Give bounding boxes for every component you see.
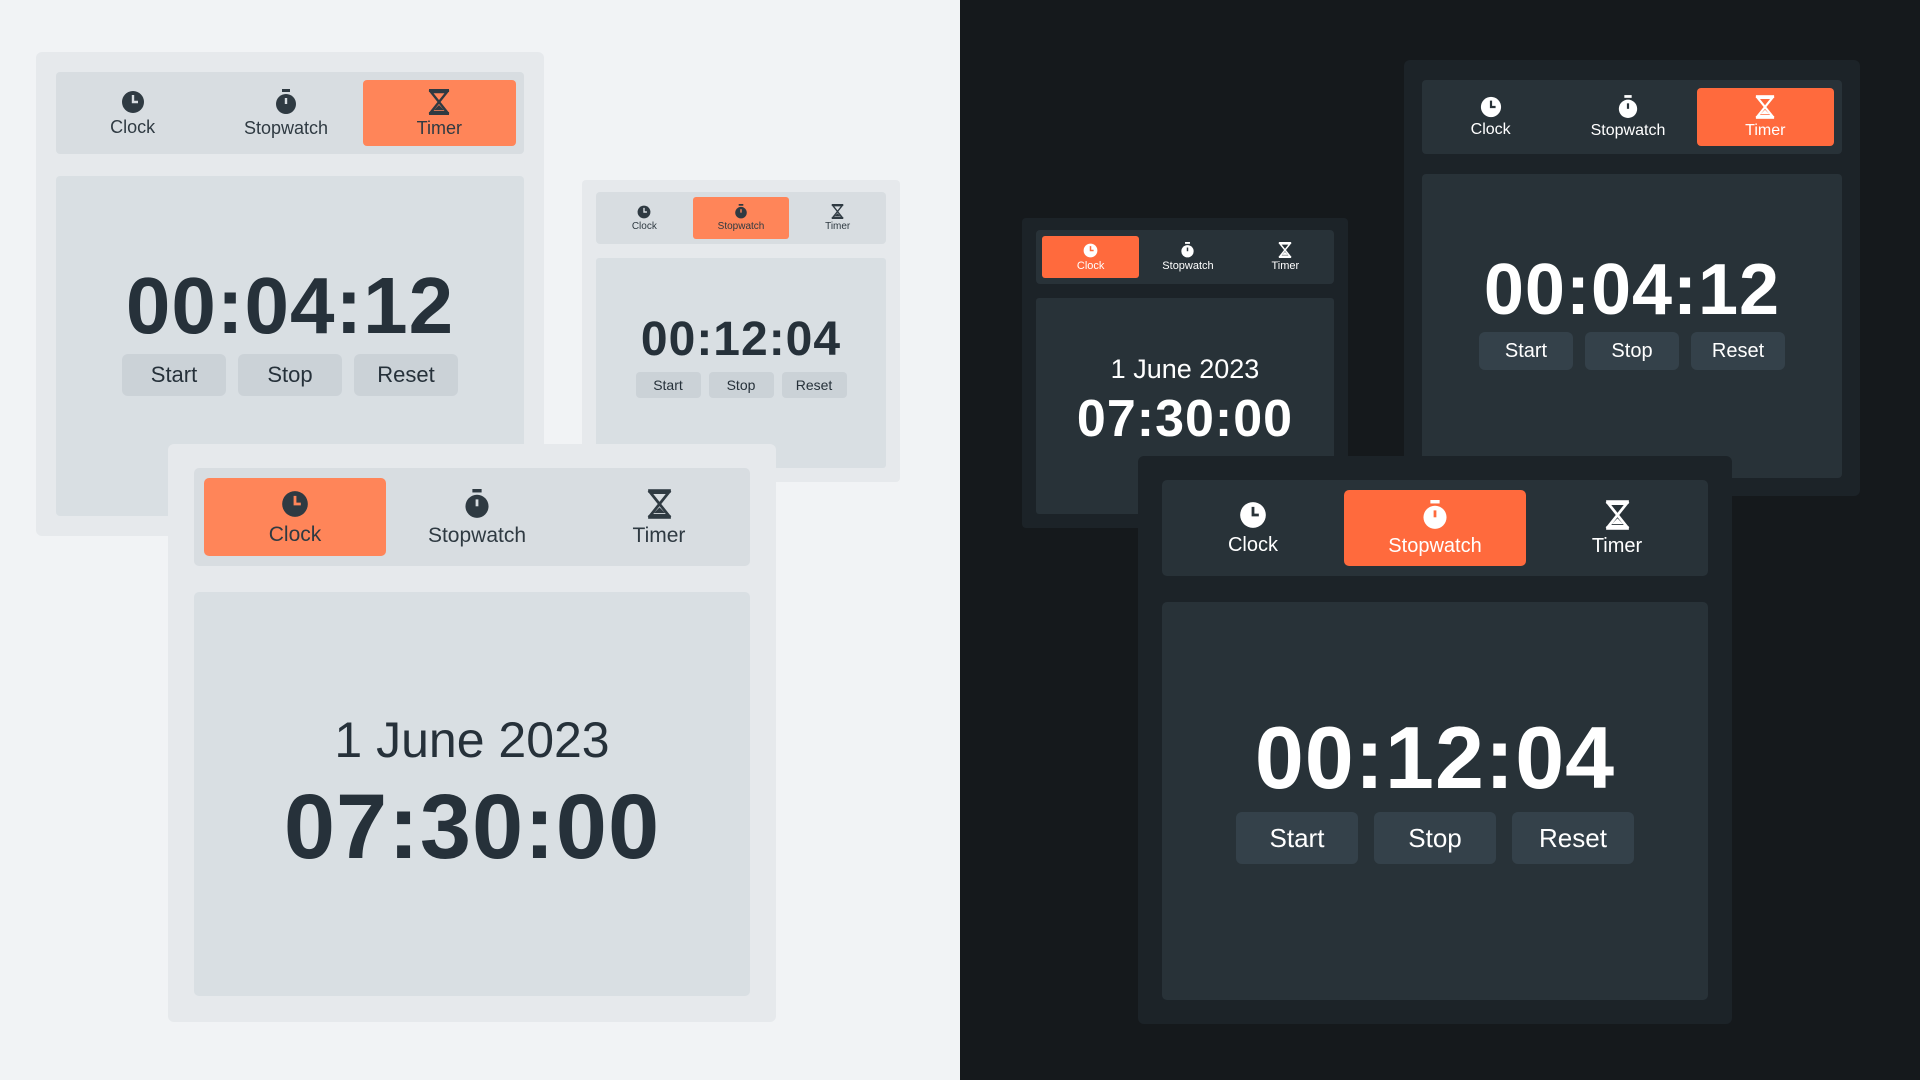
start-button[interactable]: Start — [635, 372, 701, 398]
timer-controls: Start Stop Reset — [1479, 332, 1785, 370]
dark-timer-card: Clock Stopwatch Timer 00:04:12 Start Sto… — [1404, 60, 1860, 496]
timer-controls: Start Stop Reset — [122, 354, 458, 396]
stop-button[interactable]: Stop — [708, 372, 774, 398]
tab-label: Stopwatch — [427, 523, 527, 547]
tab-stopwatch[interactable]: Stopwatch — [209, 72, 362, 154]
tab-stopwatch[interactable]: Stopwatch — [692, 197, 790, 239]
stopwatch-display: 00:12:04 Start Stop Reset — [1162, 602, 1708, 1000]
start-button[interactable]: Start — [1236, 812, 1358, 864]
reset-button[interactable]: Reset — [781, 372, 847, 398]
tab-stopwatch[interactable]: Stopwatch — [1559, 80, 1696, 154]
start-button[interactable]: Start — [122, 354, 226, 396]
tab-bar: Clock Stopwatch Timer — [194, 468, 750, 566]
start-button[interactable]: Start — [1479, 332, 1573, 370]
hourglass-icon — [1755, 95, 1775, 119]
reset-button[interactable]: Reset — [354, 354, 458, 396]
tab-label: Timer — [1745, 122, 1786, 139]
tab-label: Clock — [1470, 121, 1511, 138]
stop-button[interactable]: Stop — [1374, 812, 1496, 864]
tab-timer[interactable]: Timer — [568, 468, 750, 566]
tab-label: Timer — [825, 221, 851, 232]
tab-label: Stopwatch — [1590, 122, 1666, 139]
stopwatch-controls: Start Stop Reset — [1236, 812, 1634, 864]
clock-icon — [1480, 96, 1501, 118]
tab-timer[interactable]: Timer — [362, 80, 516, 146]
tab-clock[interactable]: Clock — [596, 192, 693, 244]
tab-label: Clock — [631, 220, 657, 232]
tab-stopwatch[interactable]: Stopwatch — [1344, 490, 1526, 566]
tab-clock[interactable]: Clock — [1042, 236, 1140, 278]
tab-label: Stopwatch — [717, 221, 765, 232]
tab-label: Stopwatch — [1388, 535, 1482, 557]
stopwatch-icon — [1423, 500, 1447, 529]
clock-icon — [282, 490, 308, 517]
hourglass-icon — [428, 89, 450, 115]
timer-time: 00:04:12 — [125, 261, 455, 350]
tab-label: Clock — [1227, 534, 1278, 556]
tab-label: Clock — [110, 117, 156, 137]
stopwatch-icon — [735, 204, 747, 219]
tab-timer[interactable]: Timer — [789, 192, 886, 244]
stopwatch-icon — [1181, 242, 1195, 258]
reset-button[interactable]: Reset — [1691, 332, 1785, 370]
tab-label: Stopwatch — [243, 118, 329, 138]
stopwatch-icon — [465, 488, 489, 518]
stopwatch-icon — [275, 89, 296, 114]
clock-date: 1 June 2023 — [334, 712, 610, 768]
tab-label: Timer — [632, 523, 686, 547]
hourglass-icon — [831, 204, 844, 219]
tab-timer[interactable]: Timer — [1237, 230, 1334, 284]
tab-label: Timer — [1271, 260, 1300, 272]
tab-clock[interactable]: Clock — [204, 478, 386, 556]
reset-button[interactable]: Reset — [1512, 812, 1634, 864]
clock-icon — [1240, 502, 1266, 528]
tab-bar: Clock Stopwatch Timer — [596, 192, 886, 244]
clock-time: 07:30:00 — [1076, 390, 1294, 448]
tab-clock[interactable]: Clock — [56, 72, 209, 154]
tab-bar: Clock Stopwatch Timer — [1162, 480, 1708, 576]
stop-button[interactable]: Stop — [1585, 332, 1679, 370]
tab-bar: Clock Stopwatch Timer — [1422, 80, 1842, 154]
clock-date: 1 June 2023 — [1110, 354, 1260, 384]
stop-button[interactable]: Stop — [238, 354, 342, 396]
dark-stopwatch-card: Clock Stopwatch Timer 00:12:04 Start Sto… — [1138, 456, 1732, 1024]
hourglass-icon — [647, 488, 671, 519]
stopwatch-time: 00:12:04 — [640, 313, 842, 366]
clock-icon — [1083, 243, 1098, 257]
tab-label: Clock — [1076, 259, 1105, 272]
light-stopwatch-card: Clock Stopwatch Timer 00:12:04 Start Sto… — [582, 180, 900, 482]
stopwatch-controls: Start Stop Reset — [635, 372, 847, 398]
tab-bar: Clock Stopwatch Timer — [56, 72, 524, 154]
stopwatch-display: 00:12:04 Start Stop Reset — [596, 258, 886, 468]
timer-time: 00:04:12 — [1483, 250, 1781, 330]
hourglass-icon — [1605, 500, 1629, 530]
stopwatch-icon — [1618, 95, 1638, 118]
clock-icon — [637, 205, 651, 218]
tab-stopwatch[interactable]: Stopwatch — [1139, 230, 1236, 284]
clock-display: 1 June 2023 07:30:00 — [194, 592, 750, 996]
tab-label: Timer — [1591, 535, 1643, 557]
tab-clock[interactable]: Clock — [1162, 480, 1344, 576]
tab-label: Timer — [416, 118, 462, 138]
tab-timer[interactable]: Timer — [1526, 480, 1708, 576]
light-clock-card: Clock Stopwatch Timer 1 June 2023 07:30:… — [168, 444, 776, 1022]
stopwatch-time: 00:12:04 — [1254, 708, 1616, 807]
tab-stopwatch[interactable]: Stopwatch — [386, 468, 568, 566]
timer-display: 00:04:12 Start Stop Reset — [1422, 174, 1842, 478]
tab-clock[interactable]: Clock — [1422, 80, 1559, 154]
clock-icon — [121, 91, 144, 113]
tab-bar: Clock Stopwatch Timer — [1036, 230, 1334, 284]
tab-label: Clock — [268, 522, 322, 546]
tab-timer[interactable]: Timer — [1696, 88, 1834, 146]
tab-label: Stopwatch — [1162, 260, 1214, 272]
hourglass-icon — [1278, 242, 1292, 258]
clock-time: 07:30:00 — [283, 776, 661, 878]
